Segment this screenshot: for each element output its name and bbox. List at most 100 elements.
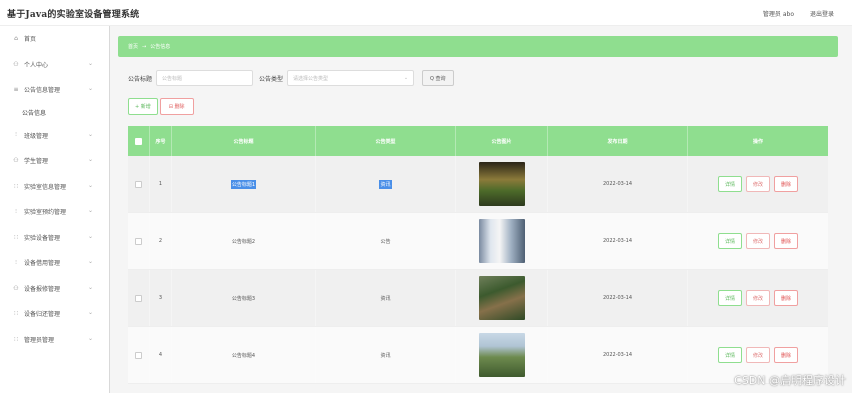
row-checkbox[interactable]: [135, 180, 142, 188]
sidebar-item-label: 个人中心: [24, 61, 49, 69]
chevron-down-icon: ⌄: [87, 85, 93, 92]
sidebar-item-notice-management[interactable]: ≡ 公告信息管理 ⌄: [0, 77, 109, 103]
search-button[interactable]: Q 查询: [422, 70, 454, 86]
sidebar-item-label: 设备报修管理: [24, 285, 61, 293]
row-checkbox-cell: [128, 213, 150, 269]
edit-button[interactable]: 修改: [745, 290, 770, 306]
row-title: 公告标题3: [172, 270, 316, 326]
delete-button[interactable]: 删除: [774, 290, 799, 306]
grid-icon: ∷: [14, 182, 18, 190]
column-header-index: 序号: [150, 126, 172, 156]
grid-icon: ∷: [14, 335, 18, 343]
breadcrumb-current: 公告信息: [150, 44, 171, 50]
chart-icon: ⫶: [15, 131, 17, 139]
detail-button[interactable]: 详情: [717, 176, 742, 192]
user-icon: ⚇: [13, 284, 19, 292]
sidebar-item-profile[interactable]: ⚇ 个人中心 ⌄: [0, 52, 109, 78]
breadcrumb-home[interactable]: 首页: [128, 43, 138, 50]
edit-button[interactable]: 修改: [745, 347, 770, 363]
sidebar-item-label: 首页: [24, 36, 37, 44]
row-index: 1: [150, 156, 172, 212]
sidebar-item-home[interactable]: ⌂ 首页: [0, 26, 109, 52]
grid-icon: ∷: [14, 233, 18, 241]
sidebar-item-label: 班级管理: [24, 132, 49, 140]
row-actions: 详情 修改 删除: [688, 213, 828, 269]
notice-thumbnail[interactable]: [478, 333, 525, 377]
list-icon: ≡: [13, 86, 19, 94]
column-header-date[interactable]: 发布日期: [548, 126, 688, 156]
sidebar-item-label: 实验室预约管理: [24, 209, 67, 217]
select-all-checkbox[interactable]: [135, 137, 142, 145]
chevron-down-icon: ⌄: [87, 181, 93, 189]
type-select[interactable]: 请选择公告类型 ⌄: [287, 70, 415, 86]
user-icon: ⚇: [13, 60, 19, 68]
sidebar-item-class-management[interactable]: ⫶ 班级管理 ⌄: [0, 123, 109, 149]
row-image-cell: [456, 213, 548, 269]
row-checkbox[interactable]: [135, 294, 142, 302]
sidebar-subitem-notice-info[interactable]: 公告信息: [0, 103, 109, 123]
chevron-down-icon: ⌄: [87, 232, 93, 240]
title-search-input[interactable]: 公告标题: [156, 70, 254, 86]
delete-button[interactable]: 删除: [774, 233, 799, 249]
app-title: 基于Java的实验室设备管理系统: [7, 10, 140, 20]
sidebar-item-label: 设备借用管理: [24, 260, 61, 268]
row-type: 资讯: [379, 179, 392, 189]
top-bar: 基于Java的实验室设备管理系统 管理员 abo 退出登录: [0, 0, 852, 26]
sidebar-item-equipment-repair-management[interactable]: ⚇ 设备报修管理 ⌄: [0, 276, 109, 302]
sidebar-item-admin-management[interactable]: ∷ 管理员管理 ⌄: [0, 327, 109, 353]
notice-thumbnail[interactable]: [478, 219, 525, 263]
sidebar-item-equipment-management[interactable]: ∷ 实验设备管理 ⌄: [0, 225, 109, 251]
chevron-down-icon: ⌄: [87, 207, 93, 214]
batch-delete-button[interactable]: ⊟ 删除: [159, 98, 194, 115]
detail-button[interactable]: 详情: [717, 347, 742, 363]
chart-icon: ⫶: [15, 207, 17, 215]
notice-thumbnail[interactable]: [478, 162, 525, 206]
row-title: 公告标题2: [172, 213, 316, 269]
column-header-type[interactable]: 公告类型: [316, 126, 456, 156]
column-header-title[interactable]: 公告标题: [172, 126, 316, 156]
row-type: 资讯: [316, 270, 456, 326]
detail-button[interactable]: 详情: [717, 290, 742, 306]
delete-button[interactable]: 删除: [774, 176, 799, 192]
sidebar-item-student-management[interactable]: ⚇ 学生管理 ⌄: [0, 148, 109, 174]
notice-thumbnail[interactable]: [478, 276, 525, 320]
home-icon: ⌂: [14, 35, 18, 43]
row-actions: 详情 修改 删除: [688, 270, 828, 326]
sidebar-item-label: 设备归还管理: [24, 311, 61, 319]
chevron-down-icon: ⌄: [87, 258, 93, 265]
logout-link[interactable]: 退出登录: [810, 9, 834, 18]
type-filter-label: 公告类型: [259, 75, 284, 83]
sidebar-item-lab-reservation-management[interactable]: ⫶ 实验室预约管理 ⌄: [0, 199, 109, 225]
sidebar-item-label: 公告信息: [22, 110, 47, 117]
add-button[interactable]: + 新增: [128, 98, 158, 115]
row-checkbox[interactable]: [135, 351, 142, 359]
user-icon: ⚇: [13, 157, 19, 165]
delete-button[interactable]: 删除: [774, 347, 799, 363]
row-title-cell: 公告标题1: [172, 156, 316, 212]
sidebar-item-equipment-borrow-management[interactable]: ⫶ 设备借用管理 ⌄: [0, 250, 109, 276]
chevron-down-icon: ⌄: [87, 59, 93, 67]
sidebar-item-label: 实验设备管理: [24, 234, 61, 242]
row-checkbox[interactable]: [135, 237, 142, 245]
row-type: 资讯: [316, 327, 456, 383]
title-filter-label: 公告标题: [128, 75, 153, 83]
action-bar: + 新增 ⊟ 删除: [128, 98, 194, 115]
sidebar-item-lab-info-management[interactable]: ∷ 实验室信息管理 ⌄: [0, 174, 109, 200]
watermark-text: CSDN @启明程序设计: [734, 374, 846, 387]
sidebar-item-equipment-return-management[interactable]: ∷ 设备归还管理 ⌄: [0, 301, 109, 327]
row-type: 公告: [316, 213, 456, 269]
sidebar-item-label: 学生管理: [24, 158, 49, 166]
detail-button[interactable]: 详情: [717, 233, 742, 249]
edit-button[interactable]: 修改: [745, 233, 770, 249]
column-header-image[interactable]: 公告图片: [456, 126, 548, 156]
row-title: 公告标题1: [230, 179, 257, 189]
breadcrumb: 首页 → 公告信息: [118, 36, 838, 57]
table-row: 2 公告标题2 公告 2022-03-14 详情 修改 删除: [128, 213, 828, 270]
header-checkbox-cell: [128, 126, 150, 156]
grid-icon: ∷: [14, 310, 18, 318]
notice-table: 序号 公告标题 公告类型 公告图片 发布日期 操作 1 公告标题1 资讯 202…: [128, 126, 828, 384]
row-index: 3: [150, 270, 172, 326]
chevron-down-icon: ⌄: [87, 283, 93, 291]
sidebar-item-label: 公告信息管理: [24, 87, 61, 95]
edit-button[interactable]: 修改: [745, 176, 770, 192]
